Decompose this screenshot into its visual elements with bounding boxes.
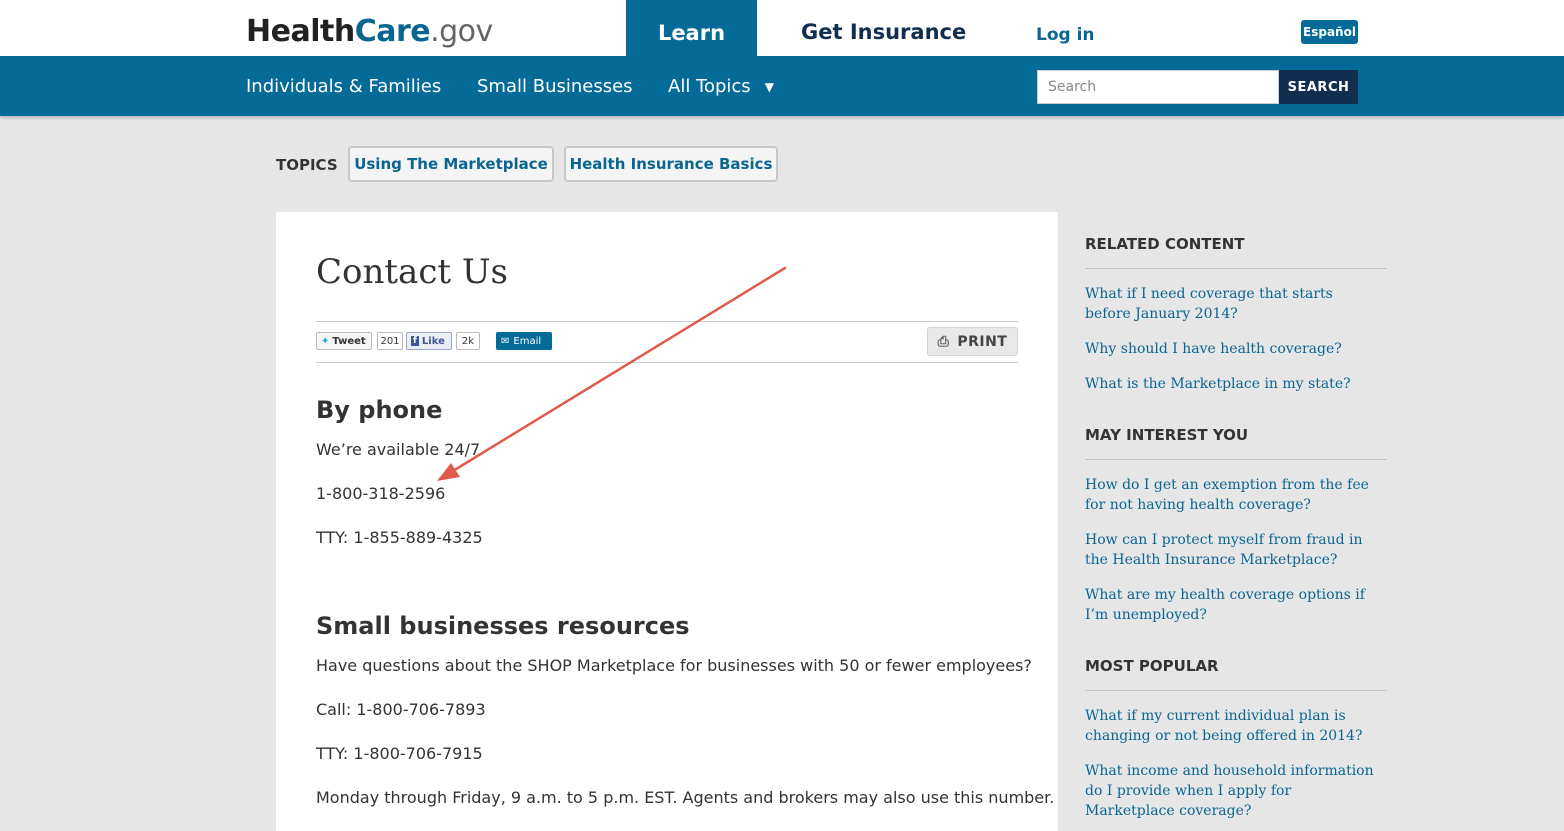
envelope-icon: ✉	[501, 335, 510, 347]
print-button[interactable]: ⎙ PRINT	[927, 327, 1018, 356]
all-topics-label: All Topics	[668, 76, 751, 97]
healthcare-gov-logo[interactable]: HealthCare.gov	[246, 14, 493, 49]
nav-log-in[interactable]: Log in	[1036, 25, 1095, 45]
nav-get-insurance[interactable]: Get Insurance	[801, 20, 966, 44]
like-count: 2k	[456, 332, 480, 350]
divider	[1085, 690, 1387, 691]
search-input[interactable]	[1037, 70, 1279, 104]
topics-label: TOPICS	[276, 156, 338, 174]
top-header: HealthCare.gov Learn Get Insurance Log i…	[0, 0, 1564, 56]
sidebar-link[interactable]: What if I need coverage that starts befo…	[1085, 284, 1377, 324]
divider	[316, 321, 1018, 322]
espanol-button[interactable]: Español	[1301, 20, 1358, 44]
sidebar-link[interactable]: What are my health coverage options if I…	[1085, 585, 1377, 625]
shop-question-text: Have questions about the SHOP Marketplac…	[316, 656, 1032, 675]
chevron-down-icon: ▼	[764, 80, 774, 94]
by-phone-heading: By phone	[316, 396, 443, 424]
sidebar-link[interactable]: How do I get an exemption from the fee f…	[1085, 475, 1377, 515]
divider	[1085, 459, 1387, 460]
nav-learn[interactable]: Learn	[626, 0, 757, 56]
tweet-button[interactable]: ✦ Tweet	[316, 332, 372, 350]
shop-tty-number: TTY: 1-800-706-7915	[316, 744, 483, 763]
may-interest-you-heading: MAY INTEREST YOU	[1085, 426, 1249, 444]
shop-hours-text: Monday through Friday, 9 a.m. to 5 p.m. …	[316, 788, 1055, 807]
topic-using-the-marketplace[interactable]: Using The Marketplace	[348, 146, 554, 182]
tty-number: TTY: 1-855-889-4325	[316, 528, 483, 547]
availability-text: We’re available 24/7	[316, 440, 481, 459]
page-title: Contact Us	[316, 252, 508, 292]
nav-small-businesses[interactable]: Small Businesses	[477, 76, 633, 97]
twitter-bird-icon: ✦	[321, 335, 330, 347]
topic-health-insurance-basics[interactable]: Health Insurance Basics	[564, 146, 778, 182]
printer-icon: ⎙	[937, 333, 950, 350]
main-content-card	[276, 212, 1058, 831]
sidebar-link[interactable]: What income and household information do…	[1085, 761, 1377, 821]
sidebar-link[interactable]: How can I protect myself from fraud in t…	[1085, 530, 1377, 570]
nav-all-topics[interactable]: All Topics ▼	[668, 76, 774, 97]
nav-individuals-families[interactable]: Individuals & Families	[246, 76, 441, 97]
divider	[1085, 268, 1387, 269]
tweet-count: 201	[377, 332, 403, 350]
search-button[interactable]: SEARCH	[1279, 70, 1358, 104]
shop-call-number: Call: 1-800-706-7893	[316, 700, 486, 719]
facebook-like-button[interactable]: f Like	[406, 332, 452, 350]
facebook-icon: f	[411, 336, 419, 346]
sidebar-link[interactable]: What if my current individual plan is ch…	[1085, 706, 1377, 746]
related-content-heading: RELATED CONTENT	[1085, 235, 1245, 253]
small-businesses-heading: Small businesses resources	[316, 612, 690, 640]
phone-number: 1-800-318-2596	[316, 484, 446, 503]
sidebar-link[interactable]: Why should I have health coverage?	[1085, 339, 1377, 359]
most-popular-heading: MOST POPULAR	[1085, 657, 1219, 675]
divider	[316, 362, 1018, 363]
email-share-button[interactable]: ✉ Email	[496, 332, 552, 350]
sidebar-link[interactable]: What is the Marketplace in my state?	[1085, 374, 1377, 394]
